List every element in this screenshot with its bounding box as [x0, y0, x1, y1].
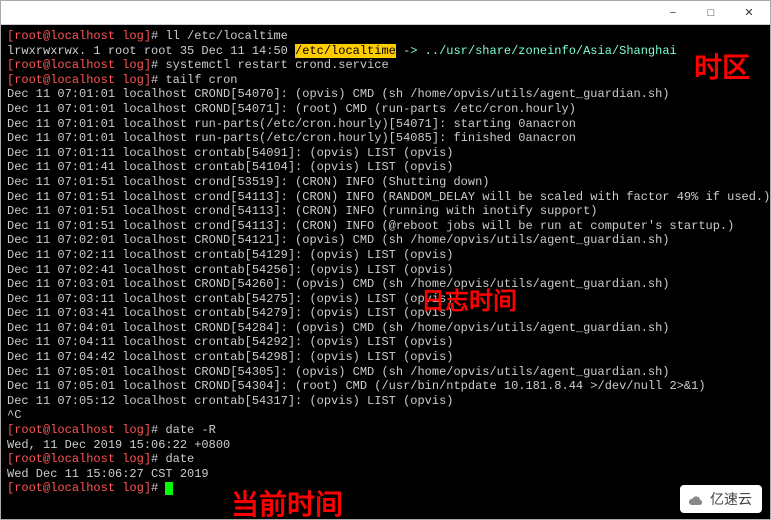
cursor [165, 482, 173, 495]
terminal-body[interactable]: [root@localhost log]# ll /etc/localtime … [1, 25, 770, 519]
log-line: Dec 11 07:01:41 localhost crontab[54104]… [7, 160, 453, 174]
prompt: [root@localhost log] [7, 29, 151, 43]
log-line: Dec 11 07:01:01 localhost run-parts(/etc… [7, 131, 576, 145]
prompt: [root@localhost log] [7, 423, 151, 437]
cmd-systemctl: # systemctl restart crond.service [151, 58, 389, 72]
prompt: [root@localhost log] [7, 58, 151, 72]
log-line: Dec 11 07:01:11 localhost crontab[54091]… [7, 146, 453, 160]
log-line: Dec 11 07:04:42 localhost crontab[54298]… [7, 350, 453, 364]
cmd-date: # date [151, 452, 194, 466]
prompt-symbol: # [151, 481, 165, 495]
watermark-badge: 亿速云 [680, 485, 762, 513]
prompt: [root@localhost log] [7, 73, 151, 87]
cmd-date-R: # date -R [151, 423, 216, 437]
prompt: [root@localhost log] [7, 452, 151, 466]
log-line: Dec 11 07:01:51 localhost crond[54113]: … [7, 219, 734, 233]
log-line: Dec 11 07:04:01 localhost CROND[54284]: … [7, 321, 670, 335]
log-line: Dec 11 07:05:12 localhost crontab[54317]… [7, 394, 453, 408]
log-line: Dec 11 07:04:11 localhost crontab[54292]… [7, 335, 453, 349]
date-output: Wed Dec 11 15:06:27 CST 2019 [7, 467, 209, 481]
log-line: Dec 11 07:01:51 localhost crond[53519]: … [7, 175, 489, 189]
log-line: Dec 11 07:02:01 localhost CROND[54121]: … [7, 233, 670, 247]
terminal-window: − □ ✕ [root@localhost log]# ll /etc/loca… [0, 0, 771, 520]
log-line: Dec 11 07:01:01 localhost CROND[54070]: … [7, 87, 670, 101]
maximize-button[interactable]: □ [692, 2, 730, 24]
interrupt-marker: ^C [7, 408, 21, 422]
localtime-path: /etc/localtime [295, 44, 396, 58]
log-line: Dec 11 07:05:01 localhost CROND[54304]: … [7, 379, 706, 393]
cloud-icon [686, 492, 704, 506]
close-button[interactable]: ✕ [730, 2, 768, 24]
log-line: Dec 11 07:01:51 localhost crond[54113]: … [7, 204, 598, 218]
log-line: Dec 11 07:03:01 localhost CROND[54260]: … [7, 277, 670, 291]
ll-output-line: lrwxrwxrwx. 1 root root 35 Dec 11 14:50 … [7, 44, 677, 58]
log-line: Dec 11 07:02:11 localhost crontab[54129]… [7, 248, 453, 262]
log-line: Dec 11 07:03:11 localhost crontab[54275]… [7, 292, 453, 306]
log-line: Dec 11 07:05:01 localhost CROND[54305]: … [7, 365, 670, 379]
cmd-ll: # ll /etc/localtime [151, 29, 288, 43]
log-line: Dec 11 07:01:01 localhost CROND[54071]: … [7, 102, 576, 116]
log-line: Dec 11 07:03:41 localhost crontab[54279]… [7, 306, 453, 320]
minimize-button[interactable]: − [654, 2, 692, 24]
log-line: Dec 11 07:01:51 localhost crond[54113]: … [7, 190, 770, 204]
log-line: Dec 11 07:01:01 localhost run-parts(/etc… [7, 117, 576, 131]
window-titlebar: − □ ✕ [1, 1, 770, 25]
log-line: Dec 11 07:02:41 localhost crontab[54256]… [7, 263, 453, 277]
watermark-text: 亿速云 [710, 489, 752, 509]
prompt: [root@localhost log] [7, 481, 151, 495]
date-R-output: Wed, 11 Dec 2019 15:06:22 +0800 [7, 438, 230, 452]
cmd-tailf: # tailf cron [151, 73, 237, 87]
